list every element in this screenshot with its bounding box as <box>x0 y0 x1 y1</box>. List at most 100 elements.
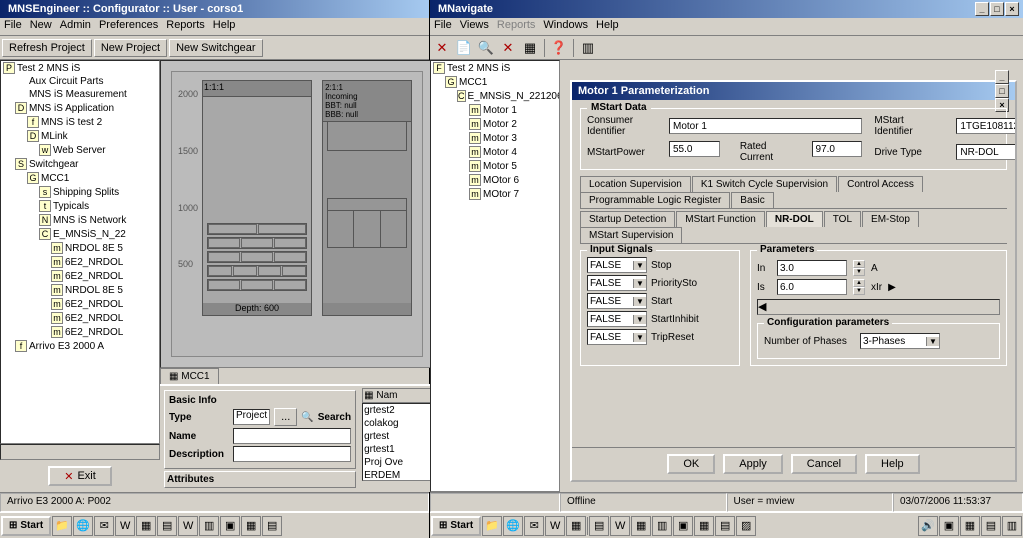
toolbar-icon[interactable]: 📄 <box>454 38 474 58</box>
tree-item[interactable]: NMNS iS Network <box>1 213 159 227</box>
tree-item[interactable]: fMNS iS test 2 <box>1 115 159 129</box>
task-icon[interactable]: ▦ <box>694 516 714 536</box>
task-icon[interactable]: 🌐 <box>73 516 93 536</box>
tab[interactable]: Control Access <box>838 176 923 192</box>
toolbar-icon[interactable]: ✕ <box>432 38 452 58</box>
menu-file[interactable]: File <box>434 19 452 34</box>
param-scrollbar[interactable]: ◀ <box>757 299 1000 315</box>
tab[interactable]: NR-DOL <box>766 211 823 227</box>
task-icon[interactable]: ✉ <box>524 516 544 536</box>
menu-reports[interactable]: Reports <box>497 19 536 34</box>
tab[interactable]: Programmable Logic Register <box>580 192 730 208</box>
tree-scrollbar[interactable] <box>0 444 160 460</box>
tree-item[interactable]: m6E2_NRDOL <box>1 269 159 283</box>
start-button-left[interactable]: ⊞Start <box>1 516 51 536</box>
task-icon[interactable]: W <box>610 516 630 536</box>
new-switchgear-button[interactable]: New Switchgear <box>169 39 262 57</box>
toolbar-icon[interactable]: 🔍 <box>476 38 496 58</box>
signal-combo[interactable]: FALSE <box>587 275 647 291</box>
tree-item[interactable]: mNRDOL 8E 5 <box>1 283 159 297</box>
tree-item[interactable]: sShipping Splits <box>1 185 159 199</box>
device-tree-item[interactable]: mMotor 4 <box>431 145 559 159</box>
signal-combo[interactable]: FALSE <box>587 293 647 309</box>
apply-button[interactable]: Apply <box>723 454 783 474</box>
task-icon[interactable]: ▣ <box>220 516 240 536</box>
ok-button[interactable]: OK <box>667 454 715 474</box>
task-icon[interactable]: ▥ <box>652 516 672 536</box>
switchgear-viewer[interactable]: 2000 1500 1000 500 1:1:1 <box>160 60 434 368</box>
list-item[interactable]: grtest2 <box>363 404 431 417</box>
project-list[interactable]: grtest2colakoggrtestgrtest1Proj OveERDEM <box>362 403 432 481</box>
cabinet-1[interactable]: 1:1:1 Depth: 600 <box>202 80 312 316</box>
toolbar-icon[interactable]: ▦ <box>520 38 540 58</box>
device-tree-item[interactable]: FTest 2 MNS iS <box>431 61 559 75</box>
device-tree[interactable]: FTest 2 MNS iSGMCC1CE_MNSiS_N_221206_IP3… <box>430 60 560 492</box>
task-icon[interactable]: ✉ <box>94 516 114 536</box>
menu-help[interactable]: Help <box>213 19 236 34</box>
tree-item[interactable]: m6E2_NRDOL <box>1 311 159 325</box>
type-field[interactable]: Project <box>233 409 270 425</box>
tab[interactable]: TOL <box>824 211 861 227</box>
device-tree-item[interactable]: mMOtor 6 <box>431 173 559 187</box>
task-icon[interactable]: ▦ <box>241 516 261 536</box>
task-icon[interactable]: ▦ <box>566 516 586 536</box>
dialog-minimize[interactable]: _ <box>995 70 1009 84</box>
help-icon[interactable]: ❓ <box>549 38 569 58</box>
tree-item[interactable]: wWeb Server <box>1 143 159 157</box>
minimize-button[interactable]: _ <box>975 2 989 16</box>
task-icon[interactable]: ▦ <box>136 516 156 536</box>
task-icon[interactable]: 📁 <box>52 516 72 536</box>
is-spin-buttons[interactable]: ▲▼ <box>853 279 865 295</box>
refresh-project-button[interactable]: Refresh Project <box>2 39 92 57</box>
device-tree-item[interactable]: mMOtor 7 <box>431 187 559 201</box>
menu-help[interactable]: Help <box>596 19 619 34</box>
exit-button[interactable]: ✕ Exit <box>48 466 112 486</box>
tree-item[interactable]: MNS iS Measurement <box>1 88 159 101</box>
project-tree[interactable]: PTest 2 MNS iSAux Circuit PartsMNS iS Me… <box>0 60 160 444</box>
tree-item[interactable]: m6E2_NRDOL <box>1 255 159 269</box>
cancel-button[interactable]: Cancel <box>791 454 857 474</box>
tray-icon[interactable]: 🔊 <box>918 516 938 536</box>
tree-item[interactable]: Aux Circuit Parts <box>1 75 159 88</box>
tab[interactable]: MStart Supervision <box>580 227 682 243</box>
menu-reports[interactable]: Reports <box>166 19 205 34</box>
toolbar-icon[interactable]: ▥ <box>578 38 598 58</box>
task-icon[interactable]: 📁 <box>482 516 502 536</box>
tray-icon[interactable]: ▣ <box>939 516 959 536</box>
start-button-right[interactable]: ⊞Start <box>431 516 481 536</box>
tree-item[interactable]: tTypicals <box>1 199 159 213</box>
task-icon[interactable]: ▦ <box>631 516 651 536</box>
menu-windows[interactable]: Windows <box>543 19 588 34</box>
is-arrow-icon[interactable]: ▶ <box>888 282 896 293</box>
tree-item[interactable]: DMLink <box>1 129 159 143</box>
device-tree-item[interactable]: GMCC1 <box>431 75 559 89</box>
device-tree-item[interactable]: mMotor 2 <box>431 117 559 131</box>
task-icon[interactable]: ▤ <box>157 516 177 536</box>
task-icon[interactable]: 🌐 <box>503 516 523 536</box>
menu-new[interactable]: New <box>30 19 52 34</box>
signal-combo[interactable]: FALSE <box>587 311 647 327</box>
phases-combo[interactable]: 3-Phases <box>860 333 940 349</box>
device-tree-item[interactable]: mMotor 1 <box>431 103 559 117</box>
task-icon[interactable]: ▨ <box>736 516 756 536</box>
tree-item[interactable]: SSwitchgear <box>1 157 159 171</box>
tab[interactable]: Startup Detection <box>580 211 675 227</box>
task-icon[interactable]: W <box>178 516 198 536</box>
list-header[interactable]: ▦ Nam <box>362 388 432 403</box>
type-browse-button[interactable]: ... <box>274 408 297 426</box>
tree-item[interactable]: m6E2_NRDOL <box>1 297 159 311</box>
tree-item[interactable]: PTest 2 MNS iS <box>1 61 159 75</box>
maximize-button[interactable]: □ <box>990 2 1004 16</box>
task-icon[interactable]: ▤ <box>715 516 735 536</box>
in-spin-buttons[interactable]: ▲▼ <box>853 260 865 276</box>
tray-icon[interactable]: ▥ <box>1002 516 1022 536</box>
list-item[interactable]: colakog <box>363 417 431 430</box>
tab[interactable]: Location Supervision <box>580 176 691 192</box>
new-project-button[interactable]: New Project <box>94 39 167 57</box>
cabinet-2[interactable]: 2:1:1 Incoming BBT: null BBB: null <box>322 80 412 316</box>
tray-icon[interactable]: ▤ <box>981 516 1001 536</box>
menu-preferences[interactable]: Preferences <box>99 19 158 34</box>
description-field[interactable] <box>233 446 351 462</box>
device-tree-item[interactable]: mMotor 3 <box>431 131 559 145</box>
tree-item[interactable]: CE_MNSiS_N_22 <box>1 227 159 241</box>
